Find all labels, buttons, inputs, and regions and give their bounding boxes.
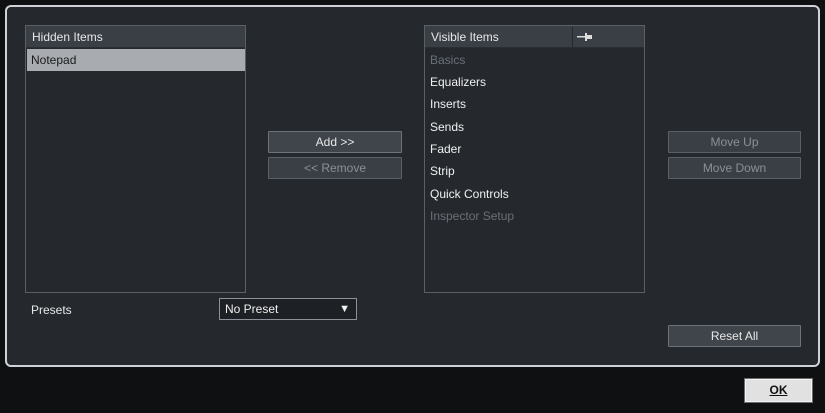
reset-all-button[interactable]: Reset All xyxy=(668,325,801,347)
list-item-label: Basics xyxy=(430,53,466,67)
list-item-fader[interactable]: Fader xyxy=(426,138,644,160)
triangle-down-icon: ▼ xyxy=(339,303,350,315)
pin-icon[interactable] xyxy=(577,32,593,42)
list-item-label: Inspector Setup xyxy=(430,209,515,223)
header-column-divider xyxy=(572,27,573,47)
list-item-label: Fader xyxy=(430,142,462,156)
hidden-items-list[interactable]: Hidden Items Notepad xyxy=(25,25,246,293)
visible-items-list[interactable]: Visible Items Basics Equalizers Inserts … xyxy=(424,25,645,293)
hidden-items-header: Hidden Items xyxy=(26,26,245,48)
list-item-label: Equalizers xyxy=(430,75,487,89)
list-item-label: Strip xyxy=(430,164,455,178)
presets-label: Presets xyxy=(31,303,72,317)
list-item-quick-controls[interactable]: Quick Controls xyxy=(426,183,644,205)
visible-items-header-label: Visible Items xyxy=(431,30,499,44)
visible-items-header: Visible Items xyxy=(425,26,644,48)
list-item-label: Inserts xyxy=(430,97,467,111)
move-down-button[interactable]: Move Down xyxy=(668,157,801,179)
list-item-label: Sends xyxy=(430,120,465,134)
list-item-equalizers[interactable]: Equalizers xyxy=(426,71,644,93)
list-item-sends[interactable]: Sends xyxy=(426,116,644,138)
ok-button[interactable]: OK xyxy=(744,378,813,403)
list-item-notepad[interactable]: Notepad xyxy=(27,49,245,71)
presets-dropdown[interactable]: No Preset ▼ xyxy=(219,298,357,320)
ok-button-label: OK xyxy=(769,383,788,397)
move-up-button[interactable]: Move Up xyxy=(668,131,801,153)
list-item-strip[interactable]: Strip xyxy=(426,160,644,182)
add-button[interactable]: Add >> xyxy=(268,131,402,153)
list-item-inserts[interactable]: Inserts xyxy=(426,93,644,115)
list-item-label: Notepad xyxy=(31,53,77,67)
presets-dropdown-value: No Preset xyxy=(225,302,279,316)
list-item-inspector-setup[interactable]: Inspector Setup xyxy=(426,205,644,227)
remove-button[interactable]: << Remove xyxy=(268,157,402,179)
list-item-basics[interactable]: Basics xyxy=(426,49,644,71)
hidden-items-header-label: Hidden Items xyxy=(32,30,103,44)
list-item-label: Quick Controls xyxy=(430,187,509,201)
